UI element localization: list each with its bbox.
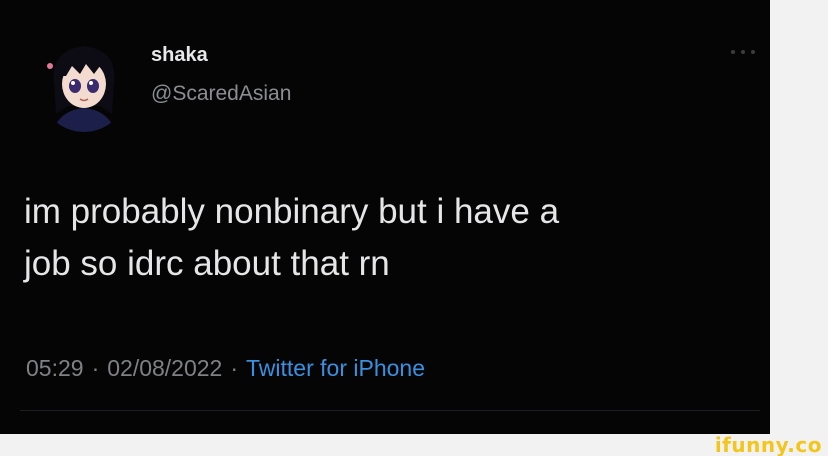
anime-avatar-icon bbox=[40, 36, 128, 132]
more-options-icon[interactable] bbox=[728, 45, 758, 57]
tweet-text: im probably nonbinary but i have a job s… bbox=[24, 186, 744, 290]
tweet-text-line: im probably nonbinary but i have a bbox=[24, 192, 560, 231]
tweet-source-link[interactable]: Twitter for iPhone bbox=[246, 355, 425, 381]
tweet-date[interactable]: 02/08/2022 bbox=[107, 355, 222, 381]
ifunny-watermark: ifunny.co bbox=[714, 433, 822, 456]
separator-dot: · bbox=[230, 355, 239, 381]
tweet-time[interactable]: 05:29 bbox=[26, 355, 84, 381]
divider bbox=[20, 410, 760, 411]
tweet-text-line: job so idrc about that rn bbox=[24, 244, 390, 283]
tweet-meta: 05:29 · 02/08/2022 · Twitter for iPhone bbox=[26, 355, 425, 382]
side-margin bbox=[770, 0, 828, 434]
tweet-card: shaka @ScaredAsian im probably nonbinary… bbox=[0, 0, 770, 434]
screenshot-frame: shaka @ScaredAsian im probably nonbinary… bbox=[0, 0, 828, 456]
watermark-bar: ifunny.co bbox=[0, 434, 828, 456]
separator-dot: · bbox=[91, 355, 100, 381]
display-name[interactable]: shaka bbox=[151, 44, 208, 67]
user-handle[interactable]: @ScaredAsian bbox=[151, 82, 291, 106]
user-avatar[interactable] bbox=[40, 36, 128, 132]
